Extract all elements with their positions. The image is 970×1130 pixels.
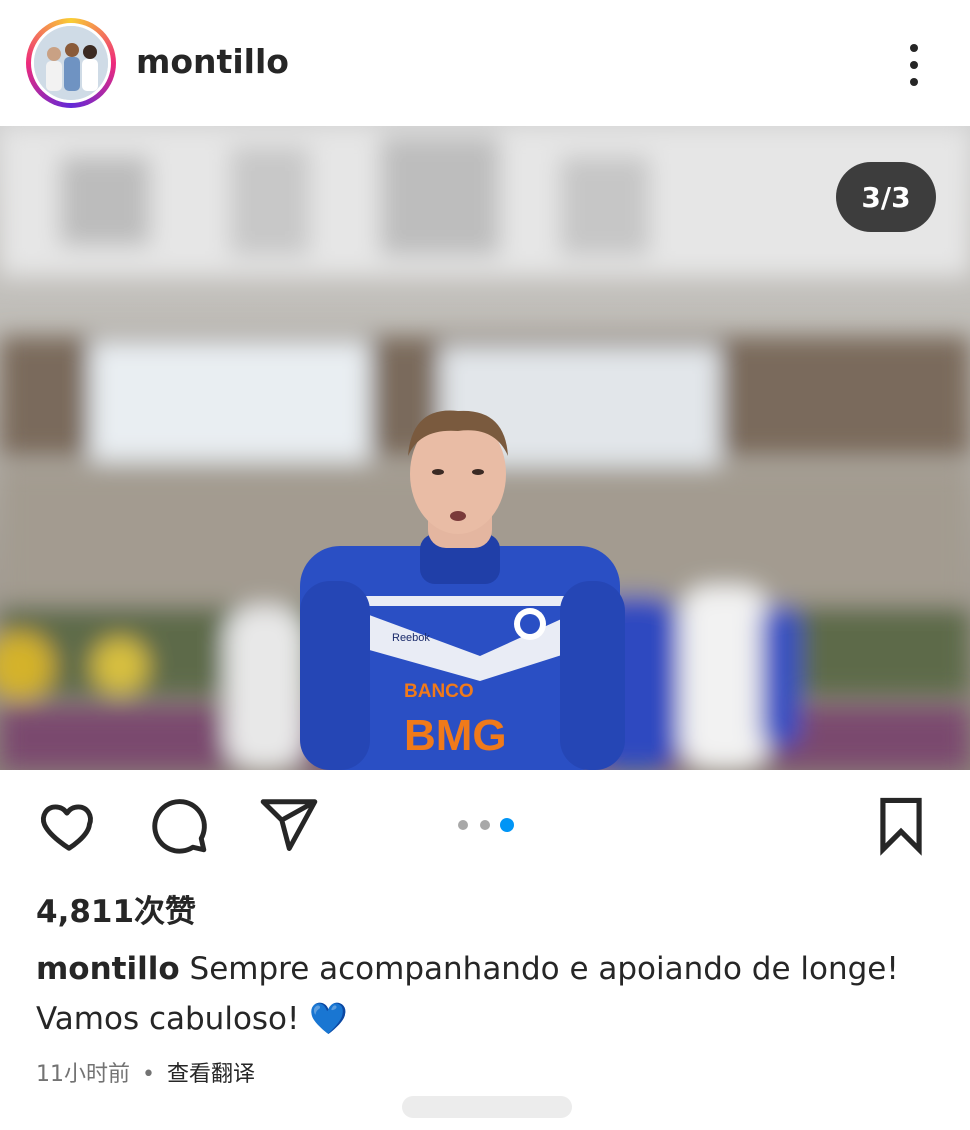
meta-separator: • [142, 1062, 155, 1087]
post-time: 11小时前 [36, 1062, 130, 1087]
carousel-dot-active [500, 818, 514, 832]
caption-username[interactable]: montillo [36, 951, 180, 987]
carousel-indicator [456, 818, 520, 832]
more-vertical-icon[interactable] [900, 40, 930, 90]
post-caption: montillo Sempre acompanhando e apoiando … [36, 944, 916, 1044]
photo-counter: 3/3 [836, 162, 936, 232]
svg-text:Reebok: Reebok [392, 632, 430, 644]
translate-link[interactable]: 查看翻译 [167, 1062, 255, 1087]
bookmark-icon[interactable] [866, 790, 936, 860]
carousel-dot [458, 820, 468, 830]
svg-text:BANCO: BANCO [404, 681, 474, 702]
post-username[interactable]: montillo [136, 42, 289, 81]
post-header: montillo [0, 0, 970, 126]
comment-icon[interactable] [144, 790, 214, 860]
post-meta: 11小时前 • 查看翻译 [36, 1056, 255, 1088]
home-indicator [402, 1096, 572, 1118]
like-count[interactable]: 4,811次赞 [36, 886, 196, 931]
heart-icon[interactable] [34, 790, 104, 860]
carousel-dot [480, 820, 490, 830]
post-photo[interactable]: BANCO BMG Reebok [0, 126, 970, 770]
avatar[interactable] [31, 23, 111, 103]
svg-text:BMG: BMG [404, 711, 507, 760]
send-icon[interactable] [254, 790, 324, 860]
